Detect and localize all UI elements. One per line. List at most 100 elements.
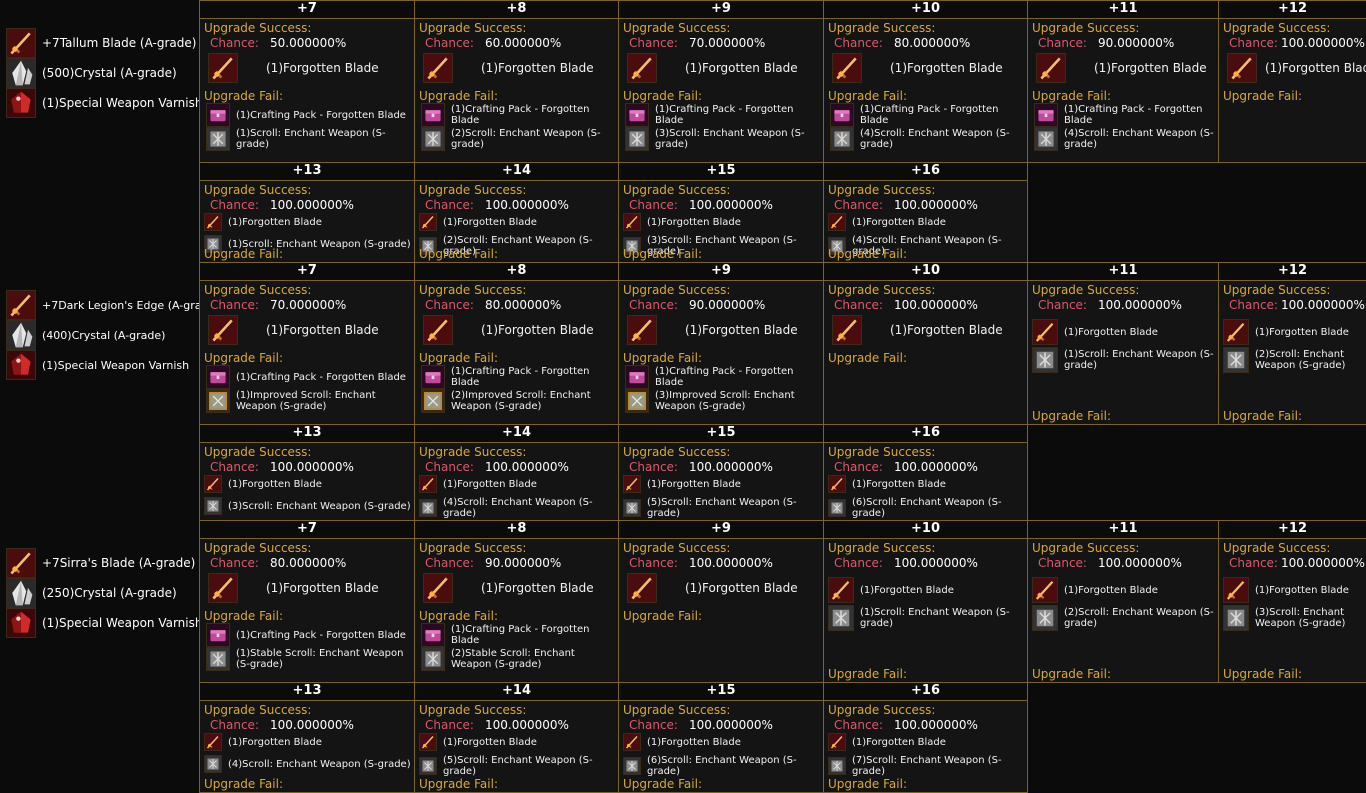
item-row: (1)Forgotten Blade bbox=[1223, 577, 1365, 603]
item-label: (1)Crafting Pack - Forgotten Blade bbox=[1064, 104, 1203, 126]
upgrade-success-label: Upgrade Success: bbox=[419, 183, 527, 197]
item-label: (1)Forgotten Blade bbox=[228, 216, 322, 228]
chance-value: 100.000000% bbox=[894, 556, 978, 570]
item-label: (1)Scroll: Enchant Weapon (S-grade) bbox=[1064, 349, 1214, 371]
item-row: (1)Crafting Pack - Forgotten Blade bbox=[206, 623, 411, 647]
item-label: (1)Forgotten Blade bbox=[1265, 61, 1366, 75]
scroll-icon bbox=[1034, 127, 1058, 151]
chance-label: Chance: bbox=[834, 556, 883, 570]
base-item: +7Tallum Blade (A-grade) bbox=[6, 28, 196, 58]
base-item: (1)Special Weapon Varnish bbox=[6, 350, 189, 380]
level-cell: +15 Upgrade Success: Chance: 100.000000% (1)… bbox=[618, 162, 824, 263]
crafting-pack-icon bbox=[1034, 103, 1058, 127]
item-row: (4)Scroll: Enchant Weapon (S-grade) bbox=[419, 497, 617, 519]
upgrade-fail-label: Upgrade Fail: bbox=[419, 777, 498, 791]
upgrade-success-label: Upgrade Success: bbox=[204, 445, 312, 459]
item-label: (1)Forgotten Blade bbox=[266, 581, 379, 595]
item-label: (1)Forgotten Blade bbox=[481, 323, 594, 337]
level-cell: +16 Upgrade Success: Chance: 100.000000% (1)… bbox=[823, 162, 1028, 263]
level-header: +9 bbox=[619, 1, 823, 19]
item-row: (2)Scroll: Enchant Weapon (S-grade) bbox=[421, 127, 615, 151]
upgrade-fail-label: Upgrade Fail: bbox=[623, 89, 702, 103]
base-item: +7Dark Legion's Edge (A-grade) bbox=[6, 290, 220, 320]
item-label: (2)Stable Scroll: Enchant Weapon (S-grad… bbox=[451, 648, 575, 670]
sword-icon bbox=[423, 315, 453, 345]
item-label: (1)Crafting Pack - Forgotten Blade bbox=[451, 104, 590, 126]
item-row: (1)Crafting Pack - Forgotten Blade bbox=[625, 103, 820, 127]
crafting-pack-icon bbox=[625, 103, 649, 127]
chance-label: Chance: bbox=[210, 718, 259, 732]
base-item-label: (400)Crystal (A-grade) bbox=[42, 328, 166, 342]
upgrade-fail-label: Upgrade Fail: bbox=[1223, 89, 1302, 103]
chance-value: 100.000000% bbox=[894, 198, 978, 212]
chance-label: Chance: bbox=[629, 198, 678, 212]
upgrade-success-label: Upgrade Success: bbox=[1223, 283, 1331, 297]
upgrade-fail-label: Upgrade Fail: bbox=[1032, 409, 1111, 423]
sword-icon bbox=[832, 315, 862, 345]
item-row: (6)Scroll: Enchant Weapon (S-grade) bbox=[828, 497, 1026, 519]
upgrade-fail-label: Upgrade Fail: bbox=[828, 777, 907, 791]
level-cell: +14 Upgrade Success: Chance: 100.000000% (1)… bbox=[414, 162, 619, 263]
upgrade-success-label: Upgrade Success: bbox=[828, 541, 936, 555]
level-header: +7 bbox=[200, 521, 414, 539]
item-label: (1)Forgotten Blade bbox=[647, 478, 741, 490]
upgrade-success-label: Upgrade Success: bbox=[1223, 541, 1331, 555]
item-label: (1)Forgotten Blade bbox=[1255, 584, 1349, 596]
level-header: +12 bbox=[1219, 521, 1366, 539]
item-label: (1)Scroll: Enchant Weapon (S-grade) bbox=[236, 128, 386, 150]
sword-icon bbox=[623, 213, 641, 231]
level-header: +15 bbox=[619, 425, 823, 443]
level-cell: +13 Upgrade Success: Chance: 100.000000% (1)… bbox=[199, 682, 415, 793]
sword-icon bbox=[208, 53, 238, 83]
item-label: (1)Forgotten Blade bbox=[890, 61, 1003, 75]
chance-value: 100.000000% bbox=[270, 198, 354, 212]
chance-label: Chance: bbox=[834, 198, 883, 212]
chance-label: Chance: bbox=[1038, 556, 1087, 570]
level-cell: +10 Upgrade Success: Chance: 100.000000% (1)… bbox=[823, 262, 1028, 425]
item-label: (2)Scroll: Enchant Weapon (S-grade) bbox=[1255, 349, 1346, 371]
item-row: (3)Scroll: Enchant Weapon (S-grade) bbox=[625, 127, 820, 151]
crystal-icon bbox=[6, 58, 36, 88]
item-row: (7)Scroll: Enchant Weapon (S-grade) bbox=[828, 755, 1026, 777]
item-row: (4)Scroll: Enchant Weapon (S-grade) bbox=[1034, 127, 1215, 151]
upgrade-success-label: Upgrade Success: bbox=[419, 283, 527, 297]
item-label: (4)Scroll: Enchant Weapon (S-grade) bbox=[1064, 128, 1214, 150]
item-label: (1)Forgotten Blade bbox=[852, 216, 946, 228]
item-row: (1)Forgotten Blade bbox=[208, 315, 379, 345]
item-label: (1)Forgotten Blade bbox=[1094, 61, 1207, 75]
item-row: (1)Forgotten Blade bbox=[419, 213, 617, 231]
level-header: +14 bbox=[415, 683, 618, 701]
item-row: (1)Forgotten Blade bbox=[1036, 53, 1207, 83]
upgrade-success-label: Upgrade Success: bbox=[1223, 21, 1331, 35]
chance-value: 70.000000% bbox=[270, 298, 347, 312]
item-row: (1)Forgotten Blade bbox=[627, 53, 798, 83]
item-label: (2)Scroll: Enchant Weapon (S-grade) bbox=[451, 128, 601, 150]
item-label: (1)Forgotten Blade bbox=[266, 61, 379, 75]
upgrade-success-label: Upgrade Success: bbox=[828, 21, 936, 35]
sword-icon bbox=[419, 213, 437, 231]
crafting-pack-icon bbox=[206, 623, 230, 647]
item-row: (1)Forgotten Blade bbox=[423, 573, 594, 603]
improved-scroll-icon bbox=[625, 389, 649, 413]
upgrade-fail-label: Upgrade Fail: bbox=[419, 609, 498, 623]
chance-value: 90.000000% bbox=[1098, 36, 1175, 50]
sword-icon bbox=[627, 53, 657, 83]
level-cell: +11 Upgrade Success: Chance: 100.000000% (1)… bbox=[1027, 262, 1219, 425]
upgrade-success-label: Upgrade Success: bbox=[623, 283, 731, 297]
upgrade-fail-label: Upgrade Fail: bbox=[419, 351, 498, 365]
item-row: (1)Crafting Pack - Forgotten Blade bbox=[421, 623, 615, 647]
scroll-icon bbox=[421, 127, 445, 151]
item-label: (3)Scroll: Enchant Weapon (S-grade) bbox=[228, 500, 411, 512]
sword-icon bbox=[627, 315, 657, 345]
scroll-icon bbox=[1223, 347, 1249, 373]
item-label: (1)Forgotten Blade bbox=[481, 581, 594, 595]
scroll-icon bbox=[206, 127, 230, 151]
sword-icon bbox=[1223, 319, 1249, 345]
crafting-pack-icon bbox=[206, 103, 230, 127]
chance-value: 100.000000% bbox=[485, 718, 569, 732]
level-header: +10 bbox=[824, 1, 1027, 19]
base-item-label: +7Sirra's Blade (A-grade) bbox=[42, 556, 196, 570]
item-label: (1)Stable Scroll: Enchant Weapon (S-grad… bbox=[236, 648, 404, 670]
upgrade-fail-label: Upgrade Fail: bbox=[1032, 89, 1111, 103]
item-row: (1)Forgotten Blade bbox=[832, 315, 1003, 345]
